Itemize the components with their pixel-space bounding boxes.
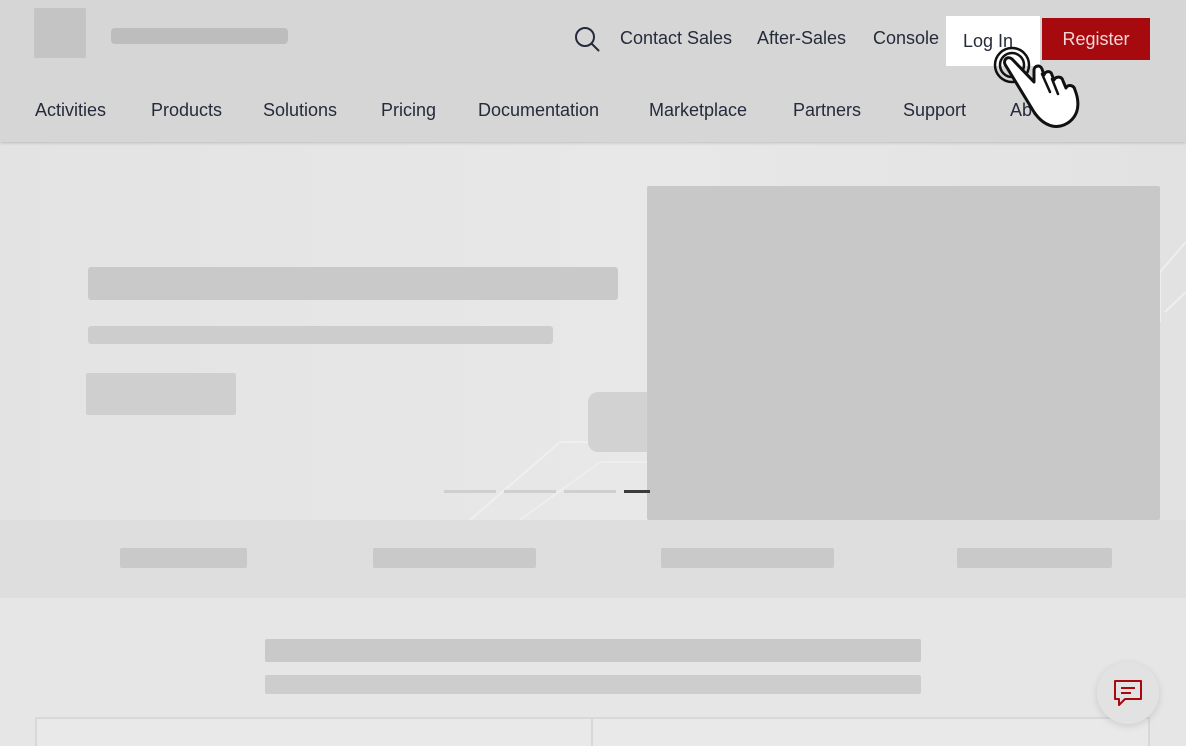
nav-item-activities[interactable]: Activities xyxy=(35,100,106,121)
nav-item-partners[interactable]: Partners xyxy=(793,100,861,121)
after-sales-link[interactable]: After-Sales xyxy=(757,28,846,49)
content-card[interactable] xyxy=(35,717,593,746)
contact-sales-link[interactable]: Contact Sales xyxy=(620,28,732,49)
section-subtitle-placeholder xyxy=(265,675,921,694)
hero-cta-placeholder[interactable] xyxy=(86,373,236,415)
hero-image-placeholder xyxy=(647,186,1160,520)
carousel-dot-4[interactable] xyxy=(624,490,650,493)
quick-link-placeholder[interactable] xyxy=(957,548,1112,568)
chat-button[interactable] xyxy=(1097,662,1159,724)
hero-title-placeholder xyxy=(88,267,618,300)
hand-pointer-icon xyxy=(993,46,1080,128)
nav-item-pricing[interactable]: Pricing xyxy=(381,100,436,121)
brand-name-placeholder xyxy=(111,28,288,44)
hero-banner xyxy=(0,142,1186,520)
carousel-dot-3[interactable] xyxy=(564,490,616,493)
search-icon[interactable] xyxy=(574,26,600,52)
carousel-dot-1[interactable] xyxy=(444,490,496,493)
hero-subtitle-placeholder xyxy=(88,326,553,344)
nav-item-solutions[interactable]: Solutions xyxy=(263,100,337,121)
nav-item-marketplace[interactable]: Marketplace xyxy=(649,100,747,121)
quick-link-placeholder[interactable] xyxy=(120,548,247,568)
logo-placeholder[interactable] xyxy=(34,8,86,58)
nav-item-products[interactable]: Products xyxy=(151,100,222,121)
quick-links-strip xyxy=(0,520,1186,598)
chat-icon xyxy=(1114,680,1142,706)
section-title-placeholder xyxy=(265,639,921,662)
content-section xyxy=(0,598,1186,746)
content-card[interactable] xyxy=(591,717,1150,746)
nav-item-documentation[interactable]: Documentation xyxy=(478,100,599,121)
console-link[interactable]: Console xyxy=(873,28,939,49)
quick-link-placeholder[interactable] xyxy=(373,548,536,568)
quick-link-placeholder[interactable] xyxy=(661,548,834,568)
nav-item-support[interactable]: Support xyxy=(903,100,966,121)
carousel-dot-2[interactable] xyxy=(504,490,556,493)
